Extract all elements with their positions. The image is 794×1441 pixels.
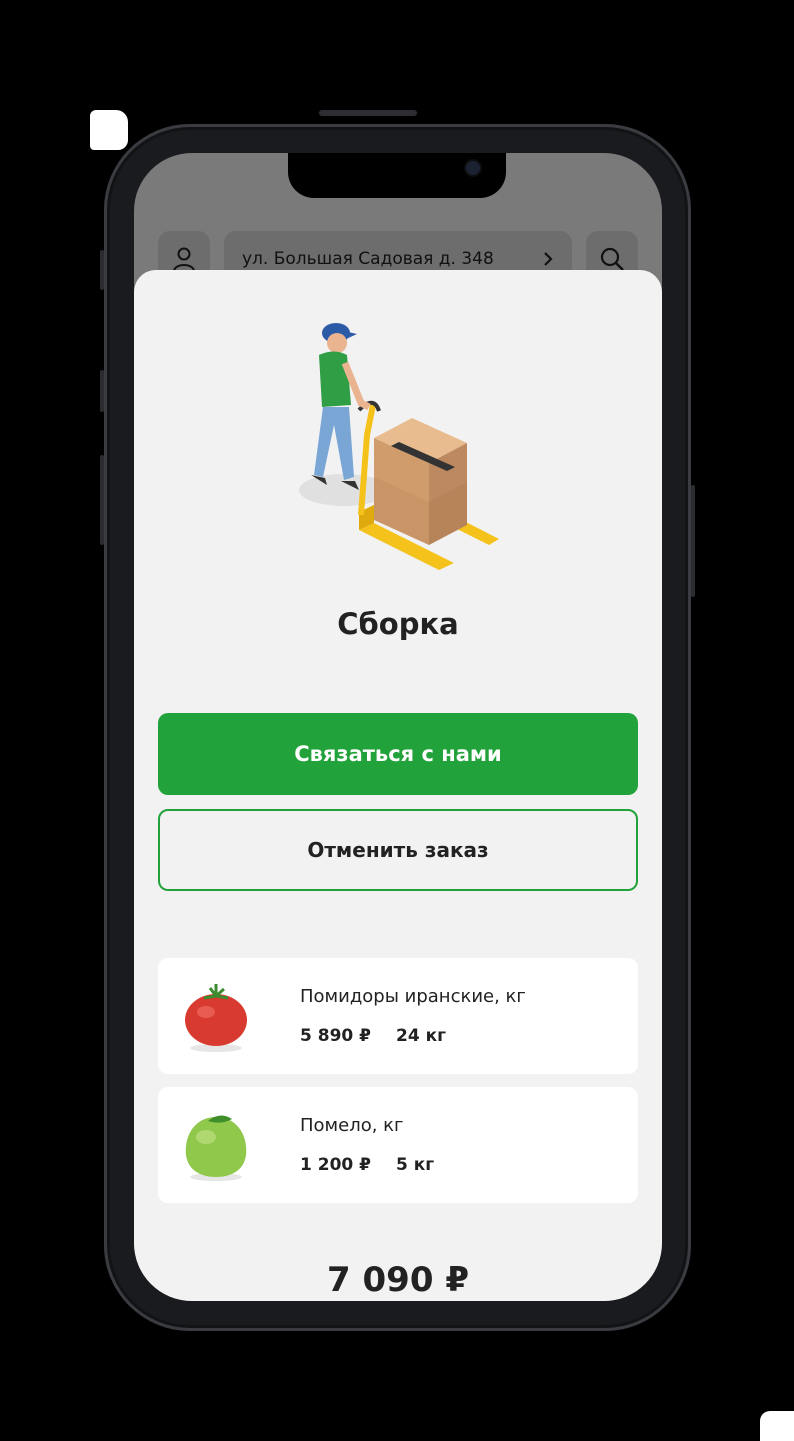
item-quantity: 24 кг: [396, 1026, 446, 1046]
decorative-shape: [90, 110, 128, 150]
item-price: 1 200 ₽: [300, 1155, 371, 1175]
contact-us-button[interactable]: Связаться с нами: [158, 713, 638, 795]
order-sheet: Сборка Связаться с нами Отменить заказ П…: [134, 270, 662, 1301]
search-icon: [600, 247, 624, 271]
item-name: Помидоры иранские, кг: [300, 986, 526, 1007]
volume-up-button: [100, 370, 104, 412]
power-button: [691, 485, 695, 597]
item-price: 5 890 ₽: [300, 1026, 371, 1046]
user-icon: [173, 247, 195, 272]
address-text: ул. Большая Садовая д. 348: [242, 249, 494, 269]
item-quantity: 5 кг: [396, 1155, 435, 1175]
warehouse-worker-illustration: [299, 323, 499, 570]
chevron-right-icon: [544, 252, 553, 266]
decorative-shape: [760, 1411, 794, 1441]
order-item[interactable]: Помидоры иранские, кг 5 890 ₽ 24 кг: [158, 958, 638, 1074]
cancel-order-button[interactable]: Отменить заказ: [158, 809, 638, 891]
item-name: Помело, кг: [300, 1115, 404, 1136]
app-screen: ул. Большая Садовая д. 348 Сборка Связат…: [134, 153, 662, 1301]
order-item[interactable]: Помело, кг 1 200 ₽ 5 кг: [158, 1087, 638, 1203]
tomato-image: [185, 984, 247, 1052]
pomelo-image: [185, 1115, 247, 1181]
volume-down-button: [100, 455, 104, 545]
camera: [466, 161, 480, 175]
notch: [288, 153, 506, 198]
order-status-title: Сборка: [337, 607, 459, 641]
order-total: 7 090 ₽: [327, 1260, 469, 1300]
speaker: [319, 110, 417, 116]
mute-switch: [100, 250, 104, 290]
